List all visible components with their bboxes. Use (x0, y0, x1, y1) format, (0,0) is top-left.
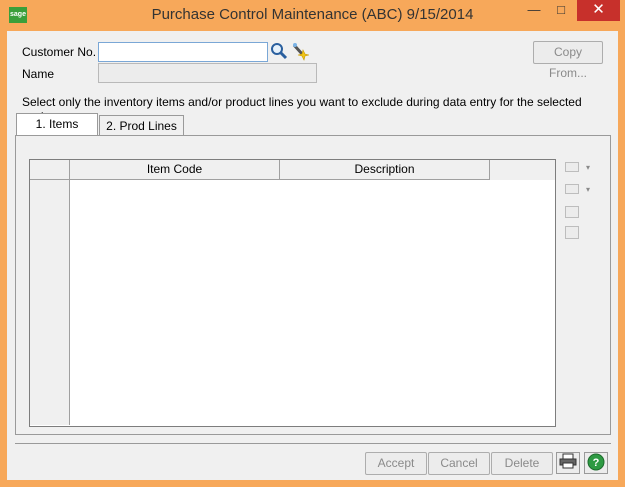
name-label: Name (22, 67, 55, 81)
copy-row-icon[interactable] (565, 206, 579, 218)
column-header-item-code[interactable]: Item Code (70, 160, 280, 180)
magnifier-icon[interactable] (270, 41, 288, 61)
customer-no-input[interactable] (98, 42, 268, 62)
paste-row-icon[interactable] (565, 226, 579, 239)
insert-row-button[interactable] (565, 162, 579, 172)
title-bar[interactable]: sage Purchase Control Maintenance (ABC) … (0, 0, 625, 30)
tab-prod-lines[interactable]: 2. Prod Lines (99, 115, 184, 136)
tab-items[interactable]: 1. Items (16, 113, 98, 136)
items-grid[interactable]: Item Code Description (29, 159, 556, 427)
dialog-body: Customer No. Copy From... Name Select on… (7, 31, 618, 480)
customer-no-label: Customer No. (22, 45, 97, 59)
footer-separator (15, 443, 611, 444)
copy-from-button[interactable]: Copy From... (533, 41, 603, 80)
accept-button[interactable]: Accept (365, 452, 427, 475)
minimize-button[interactable]: — (521, 0, 547, 21)
cancel-button[interactable]: Cancel (428, 452, 490, 475)
chevron-down-icon[interactable]: ▾ (586, 185, 590, 194)
svg-text:?: ? (593, 457, 600, 469)
grid-corner (30, 160, 70, 180)
delete-button[interactable]: Delete (491, 452, 553, 475)
window-frame: sage Purchase Control Maintenance (ABC) … (0, 0, 625, 487)
help-icon[interactable]: ? (584, 452, 608, 474)
printer-icon[interactable] (556, 452, 580, 474)
items-tab-panel: Item Code Description ▾ ▾ (15, 135, 611, 435)
grid-header-filler (490, 160, 555, 180)
name-field (98, 63, 317, 83)
close-button[interactable]: ✕ (577, 0, 620, 21)
maximize-button[interactable]: □ (548, 0, 574, 21)
delete-row-button[interactable] (565, 184, 579, 194)
row-header-column (30, 180, 70, 425)
chevron-down-icon[interactable]: ▾ (586, 163, 590, 172)
wand-icon[interactable] (291, 41, 310, 61)
column-header-description[interactable]: Description (280, 160, 490, 180)
